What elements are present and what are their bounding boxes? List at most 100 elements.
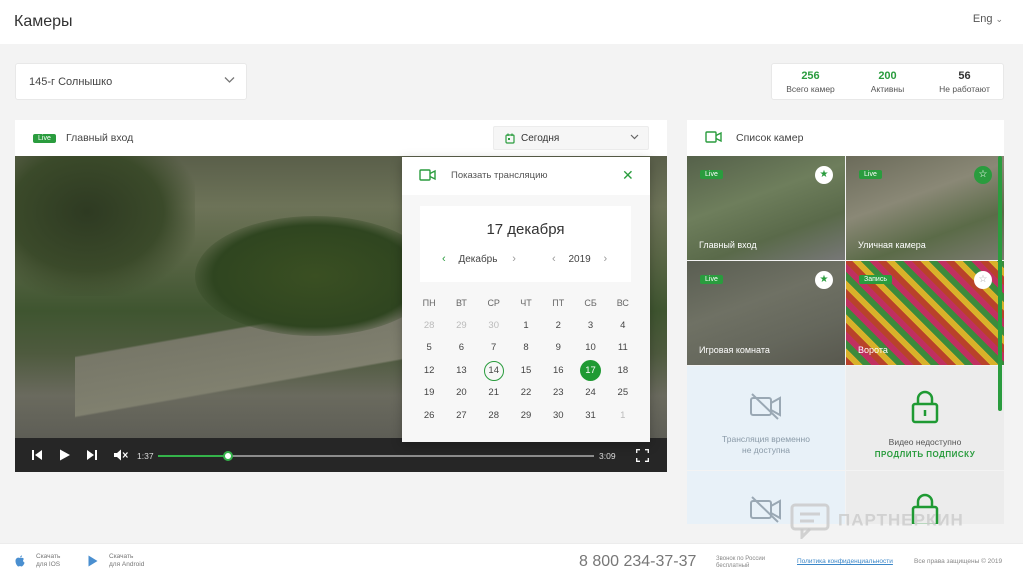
weekday-label: ПТ [552, 298, 565, 308]
ios-line: для IOS [36, 561, 61, 568]
calendar-day[interactable]: 19 [413, 382, 445, 405]
calendar-day[interactable]: 1 [510, 315, 542, 338]
calendar-day[interactable]: 18 [607, 360, 639, 383]
calendar-day[interactable]: 1 [607, 405, 639, 428]
calendar-day[interactable]: 29 [445, 315, 477, 338]
calendar-day[interactable]: 22 [510, 382, 542, 405]
weekday-label: СБ [584, 298, 597, 308]
camera-tile[interactable]: Live ☆ Уличная камера [846, 156, 1004, 260]
calendar-day[interactable]: 25 [607, 382, 639, 405]
calendar-day-today[interactable]: 14 [478, 360, 510, 383]
calendar-day[interactable]: 5 [413, 337, 445, 360]
calendar-day[interactable]: 30 [478, 315, 510, 338]
language-switcher[interactable]: Eng ⌄ [973, 13, 1003, 25]
camera-list-scrollbar[interactable] [998, 156, 1002, 411]
calendar-week: 5 6 7 8 9 10 11 [413, 337, 639, 360]
calendar-week: 28 29 30 1 2 3 4 [413, 315, 639, 338]
close-icon[interactable]: ✕ [622, 167, 634, 184]
calendar-day[interactable]: 9 [542, 337, 574, 360]
recording-badge: Запись [859, 275, 892, 284]
copyright-text: Все права защищены © 2019 [914, 558, 1003, 565]
calendar-day[interactable]: 28 [413, 315, 445, 338]
camera-name: Уличная камера [858, 240, 926, 250]
month-nav: ‹ Декабрь › [442, 253, 516, 265]
google-play-icon [88, 555, 98, 567]
calendar-day[interactable]: 10 [574, 337, 606, 360]
calendar-week: 26 27 28 29 30 31 1 [413, 405, 639, 428]
calendar-day[interactable]: 26 [413, 405, 445, 428]
calendar-day[interactable]: 28 [478, 405, 510, 428]
camera-tile[interactable]: Live ★ Игровая комната [687, 261, 845, 365]
calendar-popup-title: Показать трансляцию [451, 170, 548, 181]
live-badge: Live [859, 170, 882, 179]
download-ios-link[interactable]: Скачать для IOS [15, 553, 61, 569]
calendar-day[interactable]: 27 [445, 405, 477, 428]
calendar-day[interactable]: 13 [445, 360, 477, 383]
stat-value: 200 [878, 70, 897, 82]
total-time: 3:09 [599, 451, 616, 461]
selected-day-circle: 17 [580, 359, 602, 381]
star-icon[interactable]: ☆ [974, 271, 992, 289]
calendar-day[interactable]: 11 [607, 337, 639, 360]
calendar-week: 19 20 21 22 23 24 25 [413, 382, 639, 405]
top-bar: Камеры Eng ⌄ [0, 0, 1023, 44]
android-line: для Android [109, 561, 145, 568]
progress-fill [158, 455, 228, 457]
phone-note-line: бесплатный [716, 563, 750, 569]
calendar-day[interactable]: 2 [542, 315, 574, 338]
calendar-day[interactable]: 8 [510, 337, 542, 360]
calendar-day[interactable]: 30 [542, 405, 574, 428]
skip-forward-icon[interactable] [87, 449, 97, 461]
lock-icon [911, 390, 939, 424]
fullscreen-icon[interactable] [636, 449, 649, 462]
unavailable-line: Трансляция временно [722, 434, 810, 444]
star-icon[interactable]: ☆ [974, 166, 992, 184]
object-select[interactable]: 145-г Солнышко [15, 63, 247, 100]
unavailable-line: не доступна [742, 445, 790, 455]
privacy-policy-link[interactable]: Политика конфиденциальности [797, 558, 893, 565]
calendar-day-selected[interactable]: 17 [574, 359, 606, 383]
camera-tile[interactable]: Live ★ Главный вход [687, 156, 845, 260]
selected-date: 17 декабря [486, 221, 565, 238]
star-icon[interactable]: ★ [815, 166, 833, 184]
calendar-day[interactable]: 20 [445, 382, 477, 405]
calendar-day[interactable]: 29 [510, 405, 542, 428]
camera-tile[interactable]: Запись ☆ Ворота [846, 261, 1004, 365]
calendar-day[interactable]: 12 [413, 360, 445, 383]
chevron-left-icon[interactable]: ‹ [552, 253, 556, 265]
download-android-link[interactable]: Скачать для Android [88, 553, 145, 569]
progress-track[interactable] [158, 451, 594, 461]
calendar-day[interactable]: 24 [574, 382, 606, 405]
live-badge: Live [33, 134, 56, 143]
weekday-label: ВТ [455, 298, 467, 308]
camera-tile-unavailable[interactable]: Трансляция временно не доступна [687, 366, 845, 470]
volume-icon[interactable] [114, 449, 129, 461]
skip-back-icon[interactable] [32, 449, 42, 461]
phone-note: Звонок по России бесплатный [716, 556, 765, 570]
calendar-day[interactable]: 7 [478, 337, 510, 360]
calendar-day[interactable]: 23 [542, 382, 574, 405]
camera-tile-locked[interactable]: Видео недоступно ПРОДЛИТЬ ПОДПИСКУ [846, 366, 1004, 470]
phone-number[interactable]: 8 800 234-37-37 [579, 553, 696, 571]
progress-knob[interactable] [222, 451, 233, 461]
chevron-left-icon[interactable]: ‹ [442, 253, 446, 265]
star-icon[interactable]: ★ [815, 271, 833, 289]
camera-list-header: Список камер [687, 120, 1004, 156]
calendar-day[interactable]: 4 [607, 315, 639, 338]
calendar-day[interactable]: 31 [574, 405, 606, 428]
calendar-day[interactable]: 3 [574, 315, 606, 338]
weekday-row: ПН ВТ СР ЧТ ПТ СБ ВС [413, 292, 639, 315]
chevron-right-icon[interactable]: › [512, 253, 516, 265]
extend-subscription-link[interactable]: ПРОДЛИТЬ ПОДПИСКУ [846, 450, 1004, 459]
stat-label: Всего камер [786, 84, 835, 94]
live-badge: Live [700, 275, 723, 284]
calendar-day[interactable]: 16 [542, 360, 574, 383]
play-icon[interactable] [59, 449, 71, 461]
calendar-day[interactable]: 15 [510, 360, 542, 383]
calendar-day[interactable]: 21 [478, 382, 510, 405]
date-select[interactable]: Сегодня [493, 126, 649, 150]
calendar-day[interactable]: 6 [445, 337, 477, 360]
chevron-right-icon[interactable]: › [603, 253, 607, 265]
weekday-label: ЧТ [520, 298, 532, 308]
video-frame-flowerbed [195, 216, 435, 336]
